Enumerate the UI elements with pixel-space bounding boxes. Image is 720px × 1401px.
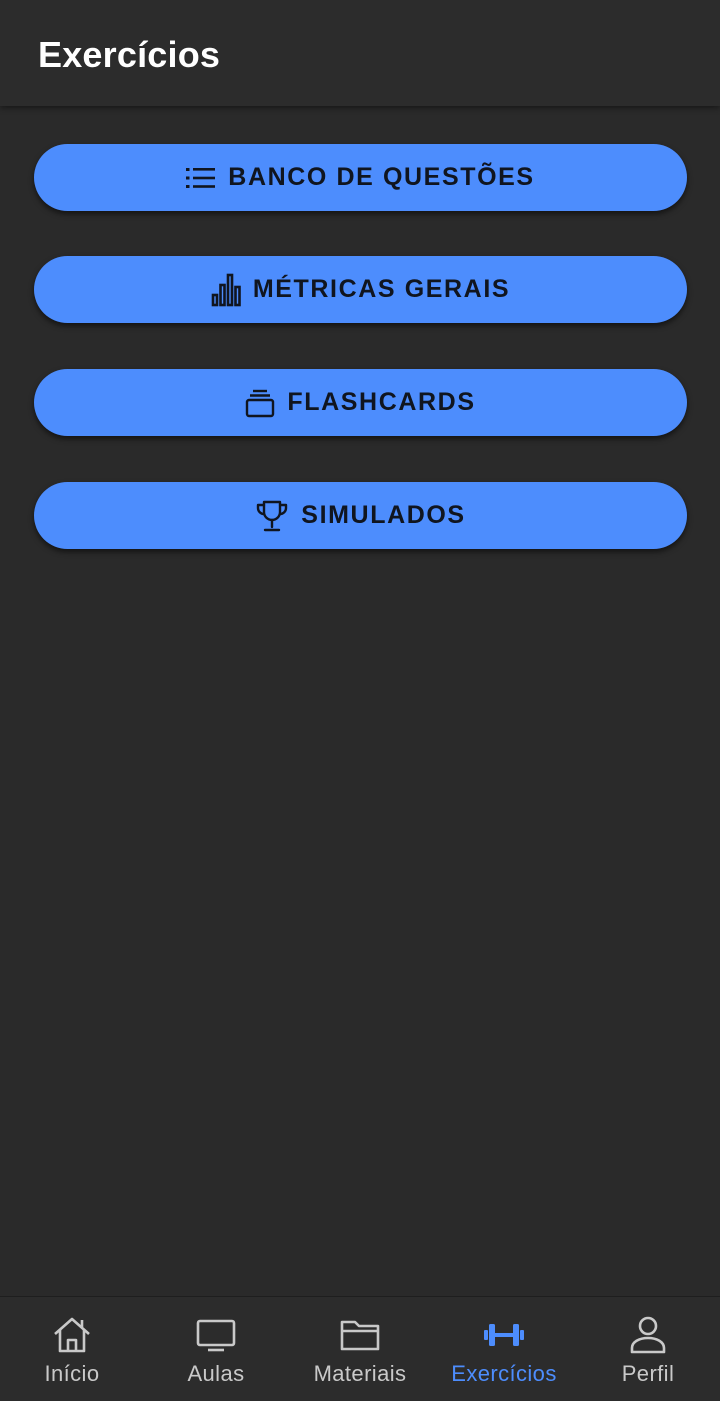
cards-stack-icon xyxy=(245,388,275,418)
nav-item-inicio[interactable]: Início xyxy=(0,1297,144,1401)
general-metrics-button[interactable]: MÉTRICAS GERAIS xyxy=(34,256,687,323)
mock-exams-label: SIMULADOS xyxy=(301,501,465,530)
nav-label-materiais: Materiais xyxy=(314,1361,407,1387)
flashcards-button[interactable]: FLASHCARDS xyxy=(34,369,687,436)
tv-icon xyxy=(194,1315,238,1355)
folder-icon xyxy=(338,1315,382,1355)
nav-label-aulas: Aulas xyxy=(187,1361,244,1387)
bottom-navigation: Início Aulas xyxy=(0,1296,720,1401)
nav-label-perfil: Perfil xyxy=(622,1361,675,1387)
nav-label-inicio: Início xyxy=(45,1361,100,1387)
nav-item-materiais[interactable]: Materiais xyxy=(288,1297,432,1401)
nav-item-exercicios[interactable]: Exercícios xyxy=(432,1297,576,1401)
list-icon xyxy=(186,167,216,189)
flashcards-label: FLASHCARDS xyxy=(287,388,475,417)
question-bank-button[interactable]: BANCO DE QUESTÕES xyxy=(34,144,687,211)
person-icon xyxy=(626,1315,670,1355)
trophy-icon xyxy=(255,499,289,533)
app-bar: Exercícios xyxy=(0,0,720,106)
general-metrics-label: MÉTRICAS GERAIS xyxy=(253,275,510,304)
dumbbell-icon xyxy=(482,1315,526,1355)
nav-item-perfil[interactable]: Perfil xyxy=(576,1297,720,1401)
page-title: Exercícios xyxy=(38,34,220,76)
home-icon xyxy=(50,1315,94,1355)
mock-exams-button[interactable]: SIMULADOS xyxy=(34,482,687,549)
nav-label-exercicios: Exercícios xyxy=(451,1361,556,1387)
bar-chart-icon xyxy=(211,273,241,307)
nav-item-aulas[interactable]: Aulas xyxy=(144,1297,288,1401)
app-screen: Exercícios BANCO DE QUESTÕES xyxy=(0,0,720,1401)
question-bank-label: BANCO DE QUESTÕES xyxy=(228,163,534,192)
